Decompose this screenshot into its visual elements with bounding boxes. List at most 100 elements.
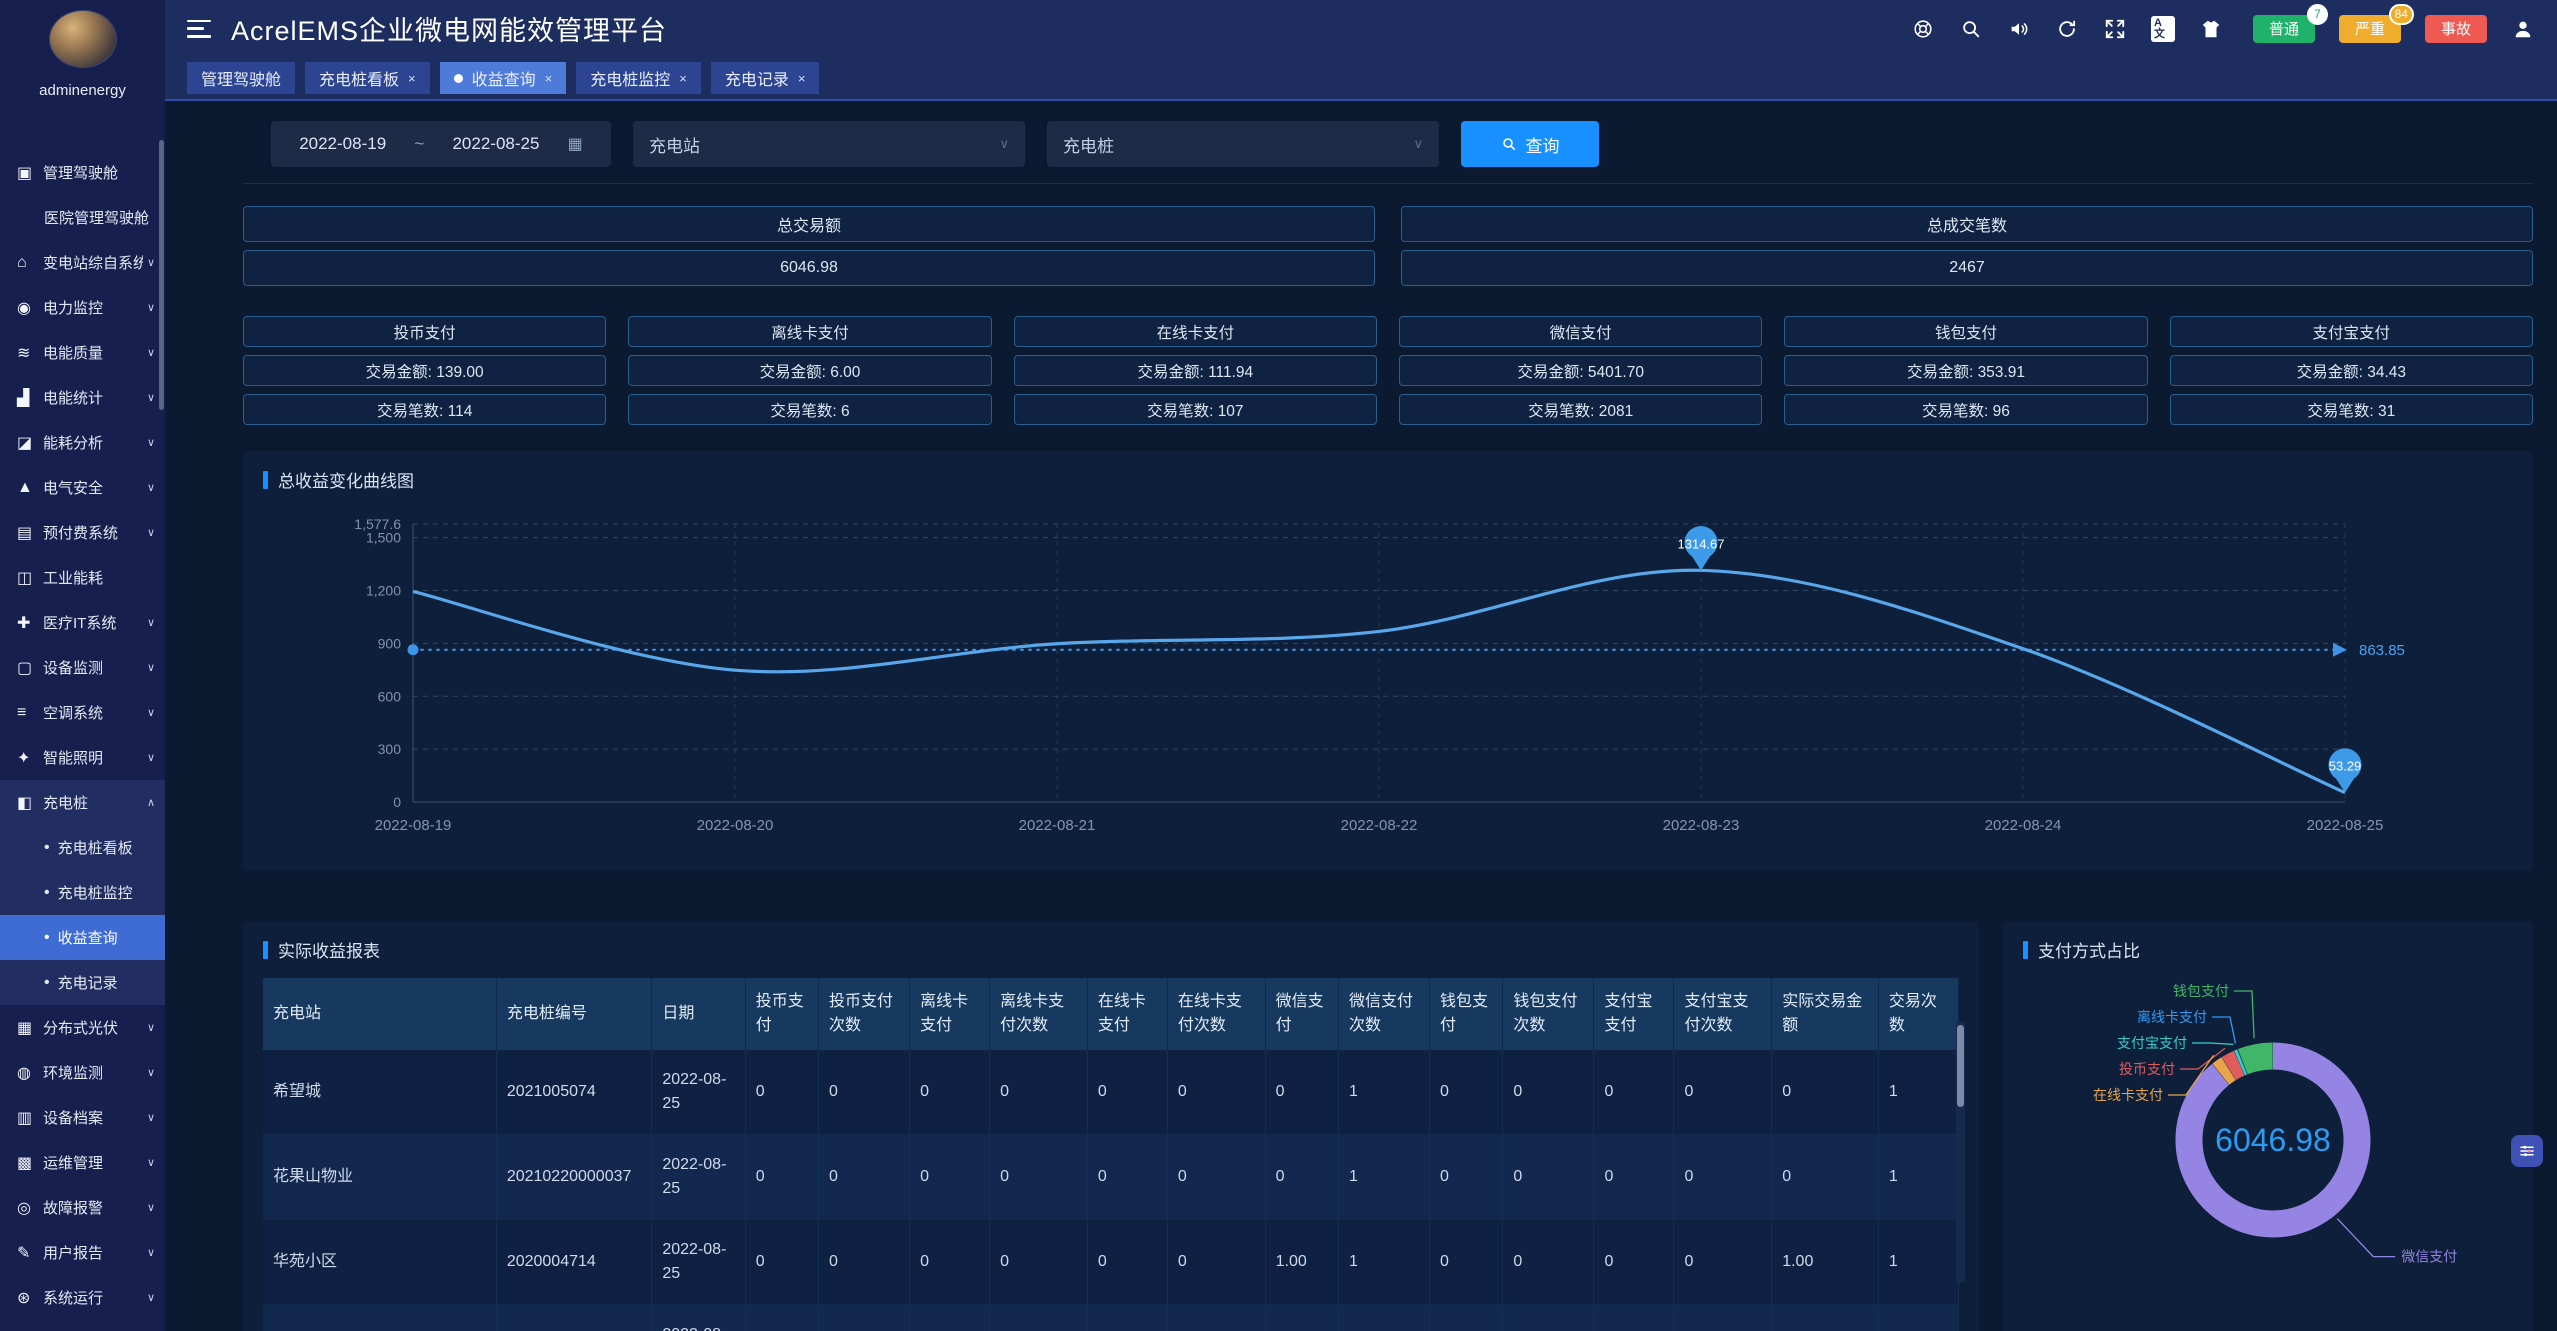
sidebar-item-energy-statistics[interactable]: ▟电能统计∨ <box>0 375 165 420</box>
fullscreen-icon[interactable] <box>2103 17 2127 41</box>
pile-select[interactable]: 充电桩 ∨ <box>1047 121 1439 167</box>
tab-充电桩看板[interactable]: 充电桩看板× <box>305 62 430 94</box>
tab-close-icon[interactable]: × <box>798 71 806 86</box>
alarm-pill-普通[interactable]: 普通7 <box>2253 15 2315 43</box>
tab-充电记录[interactable]: 充电记录× <box>711 62 820 94</box>
menu-toggle-icon[interactable] <box>187 20 211 38</box>
sound-icon[interactable] <box>2007 17 2031 41</box>
svg-text:863.85: 863.85 <box>2359 642 2405 659</box>
table-cell: 0 <box>745 1220 818 1305</box>
sidebar-item-device-monitoring[interactable]: ▢设备监测∨ <box>0 645 165 690</box>
sidebar-item-label: 设备监测 <box>43 657 103 678</box>
sidebar-item-charging-pile-monitor[interactable]: •充电桩监控 <box>0 870 165 915</box>
search-button[interactable]: 查询 <box>1461 121 1599 167</box>
table-cell: 1 <box>1878 1220 1958 1305</box>
sidebar-item-power-quality[interactable]: ≋电能质量∨ <box>0 330 165 375</box>
station-select[interactable]: 充电站 ∨ <box>633 121 1025 167</box>
tab-close-icon[interactable]: × <box>545 71 553 86</box>
table-row[interactable]: 畅达峰东侧地202205260000182022-08-250000000000… <box>263 1305 1959 1331</box>
sidebar-item-label: 能耗分析 <box>43 432 103 453</box>
sidebar-item-smart-lighting[interactable]: ✦智能照明∨ <box>0 735 165 780</box>
card-value: 2467 <box>1401 250 2533 286</box>
tab-管理驾驶舱[interactable]: 管理驾驶舱 <box>187 62 295 94</box>
tab-close-icon[interactable]: × <box>679 71 687 86</box>
username: adminenergy <box>39 82 126 99</box>
svg-text:离线卡支付: 离线卡支付 <box>2137 1009 2207 1025</box>
svg-text:2022-08-19: 2022-08-19 <box>375 817 452 834</box>
sidebar-item-ops-management[interactable]: ▩运维管理∨ <box>0 1140 165 1185</box>
date-range-input[interactable]: 2022-08-19 ~ 2022-08-25 ▦ <box>271 121 611 167</box>
refresh-icon[interactable] <box>2055 17 2079 41</box>
chevron-down-icon: ∨ <box>143 751 155 764</box>
sidebar-item-revenue-query[interactable]: •收益查询 <box>0 915 165 960</box>
sidebar-item-fault-alarm[interactable]: ◎故障报警∨ <box>0 1185 165 1230</box>
table-cell: 0 <box>1594 1050 1674 1135</box>
sidebar-item-dashboard[interactable]: ▣管理驾驶舱 <box>0 150 165 195</box>
tab-收益查询[interactable]: 收益查询× <box>440 62 567 94</box>
support-icon[interactable] <box>1911 17 1935 41</box>
payment-card-count: 交易笔数: 107 <box>1014 394 1377 425</box>
payment-card-离线卡支付: 离线卡支付交易金额: 6.00交易笔数: 6 <box>628 316 991 425</box>
payment-card-amount: 交易金额: 5401.70 <box>1399 355 1762 386</box>
translate-icon[interactable]: A文 <box>2151 17 2175 41</box>
user-profile: adminenergy <box>0 0 165 150</box>
user-icon[interactable] <box>2511 17 2535 41</box>
table-cell: 0 <box>1594 1135 1674 1220</box>
payment-card-微信支付: 微信支付交易金额: 5401.70交易笔数: 2081 <box>1399 316 1762 425</box>
search-icon[interactable] <box>1959 17 1983 41</box>
table-cell: 0 <box>1265 1305 1338 1331</box>
table-cell: 0 <box>1674 1135 1772 1220</box>
table-row[interactable]: 华苑小区20200047142022-08-250000001.00100001… <box>263 1220 1959 1305</box>
sidebar-item-user-report[interactable]: ✎用户报告∨ <box>0 1230 165 1275</box>
sidebar-item-medical-it[interactable]: ✚医疗IT系统∨ <box>0 600 165 645</box>
sidebar-item-label: 故障报警 <box>43 1197 103 1218</box>
search-icon <box>1501 136 1517 152</box>
app-header: AcrelEMS企业微电网能效管理平台 A文 普通7严重84事故 <box>165 0 2557 57</box>
sidebar-scrollbar[interactable] <box>159 140 164 410</box>
table-cell: 0 <box>1167 1050 1265 1135</box>
sidebar-item-substation-system[interactable]: ⌂变电站综自系统∨ <box>0 240 165 285</box>
avatar[interactable] <box>49 10 117 68</box>
tab-充电桩监控[interactable]: 充电桩监控× <box>576 62 701 94</box>
table-cell: 2022-08-25 <box>652 1220 745 1305</box>
sidebar-item-label: 智能照明 <box>43 747 103 768</box>
tab-label: 管理驾驶舱 <box>201 66 281 90</box>
table-row[interactable]: 花果山物业202102200000372022-08-2500000001000… <box>263 1135 1959 1220</box>
theme-shirt-icon[interactable] <box>2199 17 2223 41</box>
sidebar-item-energy-analysis[interactable]: ◪能耗分析∨ <box>0 420 165 465</box>
settings-float-button[interactable] <box>2511 1135 2543 1167</box>
sidebar-item-industrial-energy[interactable]: ◫工业能耗 <box>0 555 165 600</box>
table-cell: 0 <box>1503 1050 1594 1135</box>
payment-card-count: 交易笔数: 6 <box>628 394 991 425</box>
chevron-down-icon: ∨ <box>143 481 155 494</box>
ac-unit-icon: ≡ <box>17 704 43 722</box>
sidebar-item-power-monitoring[interactable]: ◉电力监控∨ <box>0 285 165 330</box>
svg-text:支付宝支付: 支付宝支付 <box>2117 1035 2187 1051</box>
table-cell: 2022-08-25 <box>652 1305 745 1331</box>
tab-close-icon[interactable]: × <box>408 71 416 86</box>
table-cell: 0 <box>1772 1305 1879 1331</box>
line-chart: 03006009001,2001,5001,577.62022-08-19202… <box>263 498 2513 855</box>
table-scrollbar-thumb[interactable] <box>1957 1025 1964 1107</box>
sidebar-item-hvac-system[interactable]: ≡空调系统∨ <box>0 690 165 735</box>
payment-card-amount: 交易金额: 111.94 <box>1014 355 1377 386</box>
cabinet-icon: ▩ <box>17 1153 43 1173</box>
sidebar-item-charging-pile[interactable]: ◧充电桩∧ <box>0 780 165 825</box>
sidebar-item-electrical-safety[interactable]: ▲电气安全∨ <box>0 465 165 510</box>
sidebar-item-prepaid-system[interactable]: ▤预付费系统∨ <box>0 510 165 555</box>
column-header: 充电站 <box>263 978 496 1050</box>
table-row[interactable]: 希望城20210050742022-08-2500000001000001 <box>263 1050 1959 1135</box>
sidebar-item-environment-monitoring[interactable]: ◍环境监测∨ <box>0 1050 165 1095</box>
svg-text:1,200: 1,200 <box>366 583 401 599</box>
sidebar: adminenergy ▣管理驾驶舱医院管理驾驶舱⌂变电站综自系统∨◉电力监控∨… <box>0 0 165 1331</box>
alarm-pill-事故[interactable]: 事故 <box>2425 15 2487 43</box>
table-cell: 0 <box>1087 1050 1167 1135</box>
sidebar-item-hospital-dashboard[interactable]: 医院管理驾驶舱 <box>0 195 165 240</box>
sidebar-item-distributed-pv[interactable]: ▦分布式光伏∨ <box>0 1005 165 1050</box>
svg-text:2022-08-24: 2022-08-24 <box>1985 817 2062 834</box>
sidebar-item-charging-pile-board[interactable]: •充电桩看板 <box>0 825 165 870</box>
sidebar-item-charging-records[interactable]: •充电记录 <box>0 960 165 1005</box>
sidebar-item-device-archive[interactable]: ▥设备档案∨ <box>0 1095 165 1140</box>
sidebar-item-system-operation[interactable]: ⊛系统运行∨ <box>0 1275 165 1320</box>
alarm-pill-严重[interactable]: 严重84 <box>2339 15 2401 43</box>
